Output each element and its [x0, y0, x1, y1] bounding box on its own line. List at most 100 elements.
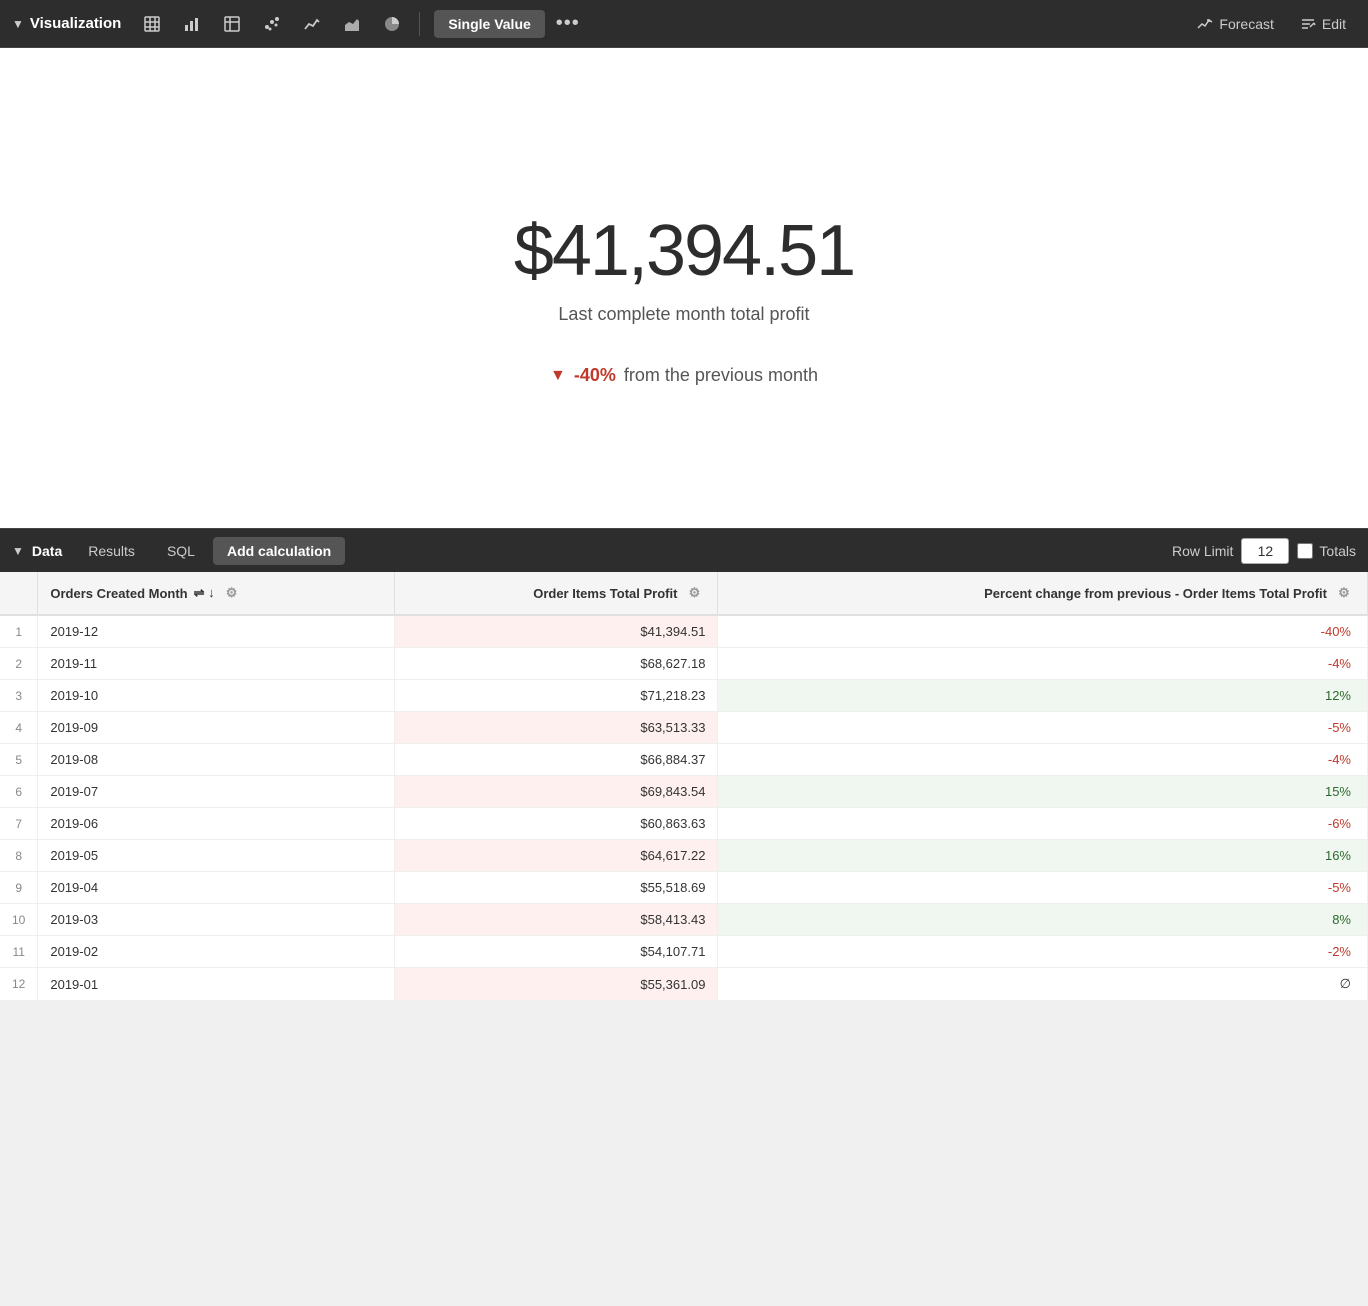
table-row: 52019-08$66,884.37-4%: [0, 744, 1368, 776]
cell-profit: $63,513.33: [394, 712, 718, 744]
table-row: 12019-12$41,394.51-40%: [0, 615, 1368, 648]
data-table-container: Orders Created Month ⇌ ↓ ⚙ Order Items T…: [0, 572, 1368, 1001]
col-header-pct: Percent change from previous - Order Ite…: [718, 572, 1368, 615]
row-limit-area: Row Limit Totals: [1172, 538, 1356, 564]
col-header-rownum: [0, 572, 38, 615]
totals-checkbox-label[interactable]: Totals: [1297, 543, 1356, 559]
visualization-chevron: ▼: [12, 17, 24, 31]
cell-rownum: 7: [0, 808, 38, 840]
cell-profit: $55,361.09: [394, 968, 718, 1001]
totals-checkbox[interactable]: [1297, 543, 1313, 559]
sort-icon[interactable]: ⇌ ↓: [194, 585, 215, 601]
cell-month: 2019-09: [38, 712, 394, 744]
cell-profit: $64,617.22: [394, 840, 718, 872]
cell-month: 2019-02: [38, 936, 394, 968]
cell-pct-change: 8%: [718, 904, 1368, 936]
cell-pct-change: 15%: [718, 776, 1368, 808]
visualization-area: $41,394.51 Last complete month total pro…: [0, 48, 1368, 528]
row-limit-label: Row Limit: [1172, 543, 1233, 559]
cell-rownum: 10: [0, 904, 38, 936]
table-row: 122019-01$55,361.09∅: [0, 968, 1368, 1001]
results-tab[interactable]: Results: [74, 537, 149, 565]
cell-pct-change: -5%: [718, 872, 1368, 904]
area-chart-button[interactable]: [335, 7, 369, 41]
cell-pct-change: -40%: [718, 615, 1368, 648]
pivot-button[interactable]: [215, 7, 249, 41]
cell-pct-change: -6%: [718, 808, 1368, 840]
line-chart-button[interactable]: [295, 7, 329, 41]
comparison-row: ▼ -40% from the previous month: [550, 365, 818, 386]
cell-profit: $55,518.69: [394, 872, 718, 904]
main-label: Last complete month total profit: [558, 304, 809, 325]
cell-rownum: 9: [0, 872, 38, 904]
cell-profit: $68,627.18: [394, 648, 718, 680]
cell-month: 2019-06: [38, 808, 394, 840]
cell-pct-change: -2%: [718, 936, 1368, 968]
table-row: 42019-09$63,513.33-5%: [0, 712, 1368, 744]
cell-month: 2019-04: [38, 872, 394, 904]
main-value: $41,394.51: [514, 210, 854, 292]
more-options-button[interactable]: •••: [551, 7, 585, 41]
scatter-button[interactable]: [255, 7, 289, 41]
cell-profit: $41,394.51: [394, 615, 718, 648]
col-header-profit: Order Items Total Profit ⚙: [394, 572, 718, 615]
comparison-pct: -40%: [574, 365, 616, 386]
table-row: 72019-06$60,863.63-6%: [0, 808, 1368, 840]
cell-pct-change: -5%: [718, 712, 1368, 744]
toolbar-left-section: ▼ Visualization: [12, 7, 1181, 41]
table-row: 62019-07$69,843.5415%: [0, 776, 1368, 808]
cell-profit: $71,218.23: [394, 680, 718, 712]
toolbar-title: Visualization: [30, 15, 121, 32]
edit-button[interactable]: Edit: [1290, 10, 1356, 38]
cell-month: 2019-07: [38, 776, 394, 808]
cell-rownum: 1: [0, 615, 38, 648]
table-header-row: Orders Created Month ⇌ ↓ ⚙ Order Items T…: [0, 572, 1368, 615]
toolbar-divider: [419, 12, 420, 36]
edit-label: Edit: [1322, 16, 1346, 32]
visualization-toolbar: ▼ Visualization: [0, 0, 1368, 48]
col-header-month: Orders Created Month ⇌ ↓ ⚙: [38, 572, 394, 615]
cell-rownum: 12: [0, 968, 38, 1001]
cell-profit: $54,107.71: [394, 936, 718, 968]
cell-rownum: 5: [0, 744, 38, 776]
single-value-button[interactable]: Single Value: [434, 10, 544, 38]
cell-profit: $69,843.54: [394, 776, 718, 808]
row-limit-input[interactable]: [1241, 538, 1289, 564]
pie-chart-button[interactable]: [375, 7, 409, 41]
cell-month: 2019-10: [38, 680, 394, 712]
col-pct-gear[interactable]: ⚙: [1333, 582, 1355, 604]
forecast-button[interactable]: Forecast: [1187, 10, 1283, 38]
edit-icon: [1300, 16, 1316, 32]
table-row: 102019-03$58,413.438%: [0, 904, 1368, 936]
cell-profit: $66,884.37: [394, 744, 718, 776]
cell-pct-change: ∅: [718, 968, 1368, 1001]
data-toolbar-left: ▼ Data Results SQL Add calculation: [12, 537, 1168, 565]
forecast-icon: [1197, 16, 1213, 32]
cell-month: 2019-12: [38, 615, 394, 648]
table-row: 22019-11$68,627.18-4%: [0, 648, 1368, 680]
totals-label: Totals: [1319, 543, 1356, 559]
cell-month: 2019-08: [38, 744, 394, 776]
col-profit-gear[interactable]: ⚙: [683, 582, 705, 604]
table-view-button[interactable]: [135, 7, 169, 41]
table-body: 12019-12$41,394.51-40%22019-11$68,627.18…: [0, 615, 1368, 1001]
col-month-gear[interactable]: ⚙: [221, 582, 243, 604]
cell-profit: $60,863.63: [394, 808, 718, 840]
cell-profit: $58,413.43: [394, 904, 718, 936]
table-row: 32019-10$71,218.2312%: [0, 680, 1368, 712]
cell-rownum: 4: [0, 712, 38, 744]
col-pct-label: Percent change from previous - Order Ite…: [984, 586, 1327, 601]
cell-rownum: 2: [0, 648, 38, 680]
cell-rownum: 8: [0, 840, 38, 872]
cell-rownum: 3: [0, 680, 38, 712]
add-calculation-button[interactable]: Add calculation: [213, 537, 345, 565]
bar-chart-button[interactable]: [175, 7, 209, 41]
forecast-label: Forecast: [1219, 16, 1273, 32]
comparison-text: from the previous month: [624, 365, 818, 386]
cell-pct-change: 16%: [718, 840, 1368, 872]
comparison-arrow: ▼: [550, 367, 566, 385]
sql-tab[interactable]: SQL: [153, 537, 209, 565]
data-section-title: Data: [32, 543, 62, 559]
data-chevron: ▼: [12, 544, 24, 558]
cell-month: 2019-03: [38, 904, 394, 936]
